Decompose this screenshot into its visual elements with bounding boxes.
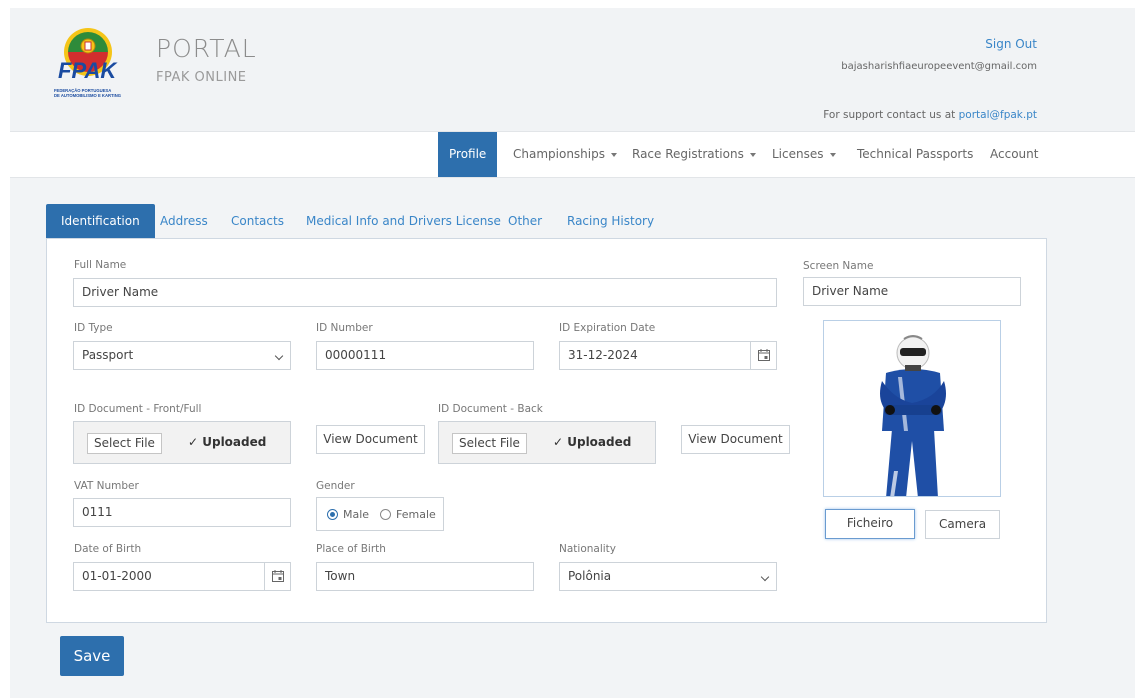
tab-address[interactable]: Address <box>160 204 208 238</box>
nationality-value: Polônia <box>568 569 612 583</box>
pob-input[interactable]: Town <box>316 562 534 591</box>
screen-name-input[interactable]: Driver Name <box>803 277 1021 306</box>
pob-label: Place of Birth <box>316 543 386 555</box>
id-type-label: ID Type <box>74 322 113 334</box>
id-expiration-label: ID Expiration Date <box>559 322 656 334</box>
main-nav: Profile Championships Race Registrations… <box>10 132 1135 178</box>
caret-down-icon <box>829 152 836 157</box>
nav-profile[interactable]: Profile <box>438 132 498 177</box>
gender-male-label: Male <box>343 508 370 521</box>
dob-value: 01-01-2000 <box>82 569 152 583</box>
tab-medical-info-label: Medical Info and Drivers License <box>306 214 501 228</box>
gender-label: Gender <box>316 480 355 492</box>
tab-address-label: Address <box>160 214 208 228</box>
nav-race-registrations-label: Race Registrations <box>632 147 744 161</box>
chevron-down-icon <box>760 572 770 582</box>
portal-title: PORTAL <box>156 34 257 63</box>
profile-photo <box>823 320 1001 497</box>
gender-female-radio[interactable] <box>380 509 391 520</box>
dob-label: Date of Birth <box>74 543 142 555</box>
nav-technical-passports[interactable]: Technical Passports <box>857 132 973 177</box>
portal-subtitle: FPAK ONLINE <box>156 70 247 85</box>
dob-input[interactable]: 01-01-2000 <box>73 562 291 591</box>
tab-contacts[interactable]: Contacts <box>231 204 284 238</box>
support-email-link[interactable]: portal@fpak.pt <box>959 109 1037 121</box>
id-back-select-file-button[interactable]: Select File <box>452 433 527 454</box>
gender-radio-group: Male Female <box>316 497 444 531</box>
caret-down-icon <box>611 152 617 157</box>
tab-contacts-label: Contacts <box>231 214 284 228</box>
sign-out-link[interactable]: Sign Out <box>985 37 1037 51</box>
identification-panel: Full Name Driver Name Screen Name Driver… <box>46 238 1047 623</box>
fpak-logo[interactable]: FPAK FEDERAÇÃO PORTUGUESA DE AUTOMOBILIS… <box>54 22 136 100</box>
id-front-status: ✓ Uploaded <box>188 435 267 449</box>
id-front-upload: Select File ✓ Uploaded <box>73 421 291 464</box>
caret-down-icon <box>749 152 756 157</box>
id-expiration-value: 31-12-2024 <box>568 348 638 362</box>
vat-input[interactable]: 0111 <box>73 498 291 527</box>
photo-file-button[interactable]: Ficheiro <box>825 509 915 539</box>
nav-technical-passports-label: Technical Passports <box>857 147 974 161</box>
id-type-select[interactable]: Passport <box>73 341 291 370</box>
nav-account[interactable]: Account <box>990 132 1038 177</box>
nav-championships-label: Championships <box>513 147 605 161</box>
full-name-label: Full Name <box>74 259 127 271</box>
tab-racing-history-label: Racing History <box>567 214 655 228</box>
nav-race-registrations[interactable]: Race Registrations <box>632 132 756 177</box>
calendar-icon[interactable] <box>264 563 290 590</box>
photo-camera-button[interactable]: Camera <box>925 510 1000 539</box>
full-name-input[interactable]: Driver Name <box>73 278 777 307</box>
support-prefix: For support contact us at <box>823 109 959 121</box>
gender-female-label: Female <box>396 508 436 521</box>
id-back-label: ID Document - Back <box>438 403 543 415</box>
id-number-label: ID Number <box>316 322 373 334</box>
save-button[interactable]: Save <box>60 636 124 676</box>
tab-identification-label: Identification <box>61 214 140 228</box>
tab-racing-history[interactable]: Racing History <box>567 204 654 238</box>
nav-licenses-label: Licenses <box>772 147 824 161</box>
header: FPAK FEDERAÇÃO PORTUGUESA DE AUTOMOBILIS… <box>10 8 1135 132</box>
nationality-select[interactable]: Polônia <box>559 562 777 591</box>
svg-text:FPAK: FPAK <box>58 58 118 83</box>
nav-championships[interactable]: Championships <box>513 132 617 177</box>
id-front-select-file-button[interactable]: Select File <box>87 433 162 454</box>
screen-name-label: Screen Name <box>803 260 874 272</box>
gender-male-radio[interactable] <box>327 509 338 520</box>
id-back-status: ✓ Uploaded <box>553 435 632 449</box>
nav-account-label: Account <box>990 147 1039 161</box>
svg-text:DE AUTOMOBILISMO E KARTING: DE AUTOMOBILISMO E KARTING <box>54 93 121 98</box>
page: FPAK FEDERAÇÃO PORTUGUESA DE AUTOMOBILIS… <box>10 8 1135 698</box>
id-number-input[interactable]: 00000111 <box>316 341 534 370</box>
id-back-upload: Select File ✓ Uploaded <box>438 421 656 464</box>
user-email: bajasharishfiaeuropeevent@gmail.com <box>841 61 1037 72</box>
tab-other[interactable]: Other <box>508 204 542 238</box>
tab-medical-info[interactable]: Medical Info and Drivers License <box>306 204 501 238</box>
support-text: For support contact us at portal@fpak.pt <box>823 109 1037 121</box>
id-front-view-document-button[interactable]: View Document <box>316 425 425 454</box>
calendar-icon[interactable] <box>750 342 776 369</box>
nav-licenses[interactable]: Licenses <box>772 132 836 177</box>
nationality-label: Nationality <box>559 543 617 555</box>
id-type-value: Passport <box>82 348 134 362</box>
id-back-view-document-button[interactable]: View Document <box>681 425 790 454</box>
tab-identification[interactable]: Identification <box>46 204 155 238</box>
chevron-down-icon <box>274 351 284 361</box>
vat-label: VAT Number <box>74 480 139 492</box>
id-expiration-input[interactable]: 31-12-2024 <box>559 341 777 370</box>
id-front-label: ID Document - Front/Full <box>74 403 202 415</box>
nav-profile-label: Profile <box>449 147 487 161</box>
tab-other-label: Other <box>508 214 543 228</box>
